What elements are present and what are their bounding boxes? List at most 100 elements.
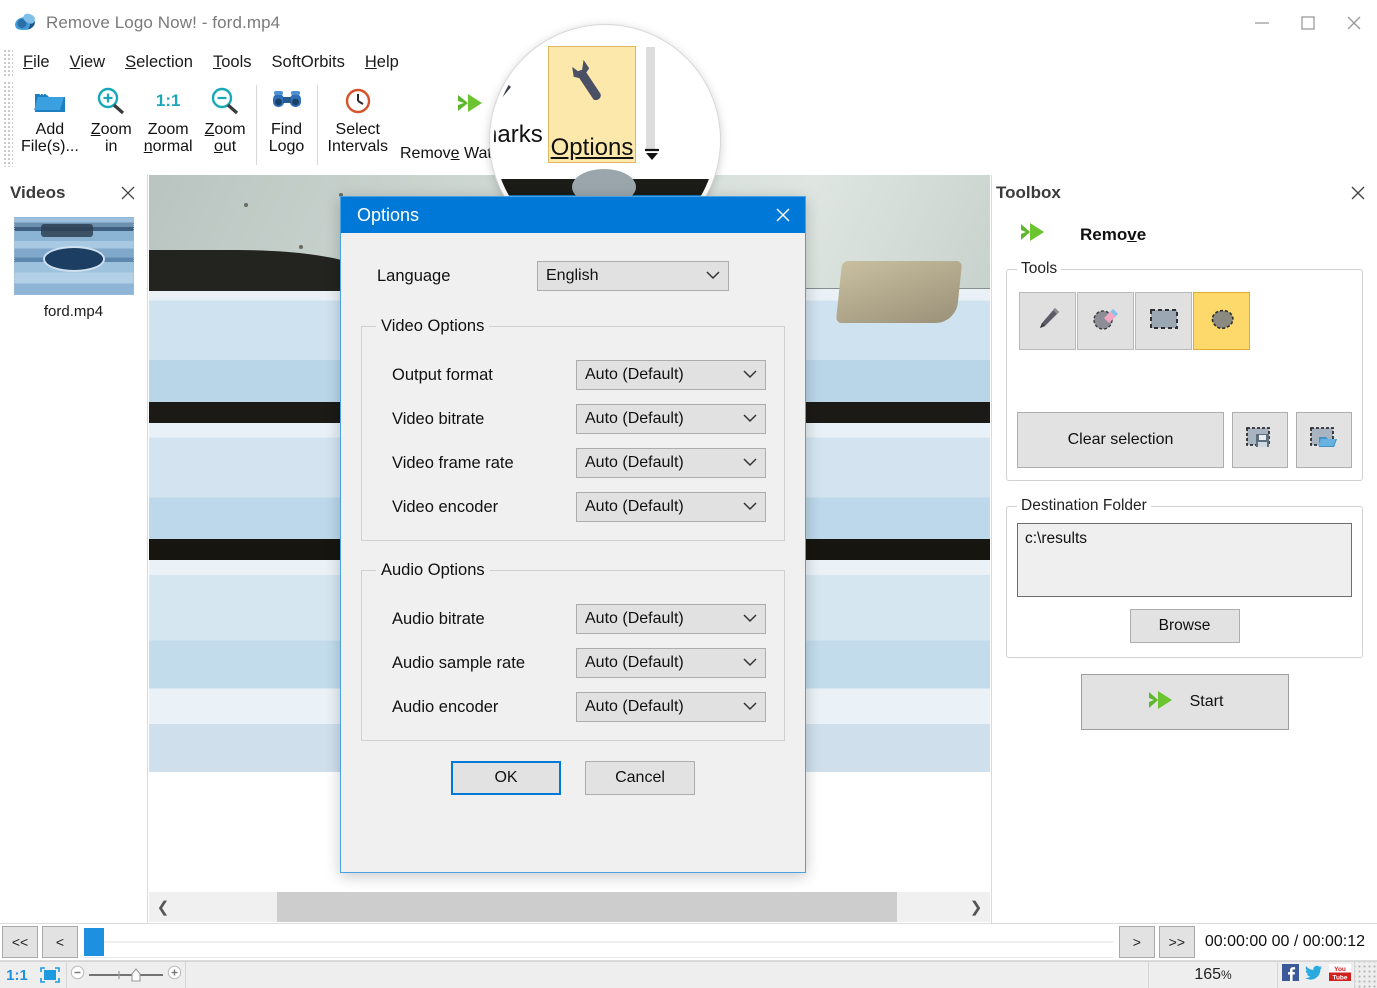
close-icon[interactable] [117, 182, 139, 204]
zoom-slider-track[interactable] [87, 967, 165, 983]
load-selection-button[interactable] [1296, 412, 1352, 468]
chevron-left-icon[interactable]: ❮ [149, 898, 177, 916]
destination-folder-input[interactable]: c:\results [1017, 523, 1352, 597]
forward-button[interactable]: > [1118, 926, 1155, 958]
cancel-button[interactable]: Cancel [585, 761, 695, 795]
options-dialog-title-bar: Options [341, 197, 805, 233]
load-selection-icon [1309, 425, 1339, 456]
language-select[interactable]: English [537, 261, 729, 291]
menu-drag-grip[interactable] [3, 48, 13, 77]
language-label: Language [377, 266, 451, 285]
close-icon[interactable] [1347, 182, 1369, 204]
zoom-slider[interactable] [67, 965, 185, 985]
window-title: Remove Logo Now! - ford.mp4 [46, 13, 281, 32]
video-bitrate-row: Video bitrate Auto (Default) [376, 404, 770, 434]
magnified-options-button[interactable]: Options [548, 46, 636, 163]
timeline-track[interactable] [84, 926, 1113, 958]
menu-item-help[interactable]: Help [355, 51, 409, 74]
audio-sample-rate-select[interactable]: Auto (Default) [576, 648, 766, 678]
rewind-all-button[interactable]: << [2, 926, 38, 958]
zoom-level-unit: % [1221, 968, 1232, 982]
facebook-icon[interactable] [1281, 964, 1299, 986]
minimize-icon[interactable] [1239, 0, 1285, 46]
close-icon[interactable] [1331, 0, 1377, 46]
chevron-right-icon[interactable]: ❯ [962, 898, 990, 916]
toolbar-separator-2 [316, 85, 318, 165]
magnified-overflow-chevron-icon[interactable] [642, 147, 662, 166]
zoom-in-label-line1: Zoom [90, 121, 132, 138]
language-value: English [546, 267, 599, 284]
close-icon[interactable] [761, 197, 805, 233]
find-logo-button[interactable]: Find Logo [261, 79, 313, 156]
magnified-watermarks-label: atemarks [494, 121, 543, 148]
video-thumbnail[interactable] [13, 217, 134, 295]
video-encoder-select[interactable]: Auto (Default) [576, 492, 766, 522]
destination-folder-group: Destination Folder c:\results Browse [1006, 497, 1363, 658]
video-options-group: Video Options Output format Auto (Defaul… [361, 317, 785, 541]
zoom-out-label-line1: Zoom [204, 121, 246, 138]
ok-button[interactable]: OK [451, 761, 561, 795]
twitter-icon[interactable] [1304, 965, 1323, 986]
green-double-arrow-icon [1146, 689, 1180, 716]
stamp-tool-button[interactable] [1077, 292, 1134, 350]
list-item[interactable]: ford.mp4 [13, 217, 134, 320]
video-frame-rate-value: Auto (Default) [585, 454, 684, 471]
video-frame-rate-select[interactable]: Auto (Default) [576, 448, 766, 478]
output-format-select[interactable]: Auto (Default) [576, 360, 766, 390]
rewind-button[interactable]: < [42, 926, 78, 958]
chevron-down-icon [743, 410, 757, 428]
magnified-overflow-bar[interactable] [646, 47, 655, 149]
menu-item-tools[interactable]: Tools [203, 51, 262, 74]
save-selection-button[interactable] [1232, 412, 1288, 468]
pencil-tool-button[interactable] [1019, 292, 1076, 350]
forward-all-button[interactable]: >> [1158, 926, 1195, 958]
wrench-icon [570, 57, 614, 110]
add-files-label-line1: Add [35, 121, 65, 138]
start-button[interactable]: Start [1080, 674, 1289, 730]
audio-encoder-select[interactable]: Auto (Default) [576, 692, 766, 722]
audio-encoder-row: Audio encoder Auto (Default) [376, 692, 770, 722]
audio-options-label: Audio Options [381, 561, 485, 579]
audio-bitrate-select[interactable]: Auto (Default) [576, 604, 766, 634]
scrollbar-thumb[interactable] [277, 892, 897, 922]
rectangle-select-tool-button[interactable] [1135, 292, 1192, 350]
status-one-to-one-button[interactable]: 1:1 [0, 967, 34, 984]
minus-icon[interactable] [70, 965, 85, 985]
green-double-arrow-icon [454, 85, 490, 121]
canvas-horizontal-scrollbar[interactable]: ❮ ❯ [149, 892, 990, 922]
browse-button[interactable]: Browse [1129, 609, 1240, 643]
zoom-out-button[interactable]: Zoom out [199, 79, 252, 156]
menu-item-file[interactable]: FFileile [13, 51, 60, 74]
youtube-icon[interactable]: You Tube [1328, 964, 1351, 986]
chevron-down-icon [743, 654, 757, 672]
zoom-in-button[interactable]: Zoom in [85, 79, 138, 156]
clear-selection-button[interactable]: Clear selection [1017, 412, 1224, 468]
menu-item-selection[interactable]: Selection [115, 51, 203, 74]
timeline-thumb[interactable] [84, 928, 104, 956]
zoom-normal-button[interactable]: 1:1 Zoom normal [138, 79, 199, 156]
zoom-in-label-line2: in [105, 138, 118, 156]
video-bitrate-select[interactable]: Auto (Default) [576, 404, 766, 434]
menu-item-softorbits[interactable]: SoftOrbits [262, 51, 355, 74]
audio-bitrate-row: Audio bitrate Auto (Default) [376, 604, 770, 634]
video-bitrate-label: Video bitrate [392, 409, 485, 428]
select-intervals-button[interactable]: Select Intervals [322, 79, 394, 156]
tools-row [1019, 292, 1352, 350]
status-bar: 1:1 165% You Tube [0, 961, 1377, 988]
chevron-down-icon [706, 267, 720, 285]
plus-icon[interactable] [167, 965, 182, 985]
eraser-stamp-icon [1090, 304, 1122, 339]
binoculars-icon [270, 83, 304, 119]
lasso-select-tool-button[interactable] [1193, 292, 1250, 350]
svg-text:Tube: Tube [1332, 974, 1347, 981]
menu-item-view[interactable]: View [60, 51, 115, 74]
fit-to-screen-icon[interactable] [34, 966, 66, 984]
resize-grip[interactable] [1355, 961, 1377, 988]
add-files-button[interactable]: Add File(s)... [15, 79, 85, 156]
chevron-down-icon [743, 698, 757, 716]
open-folder-icon [33, 83, 67, 119]
maximize-icon[interactable] [1285, 0, 1331, 46]
toolbar-drag-grip[interactable] [3, 81, 13, 167]
video-bitrate-value: Auto (Default) [585, 410, 684, 427]
scrollbar-track[interactable] [177, 892, 962, 922]
